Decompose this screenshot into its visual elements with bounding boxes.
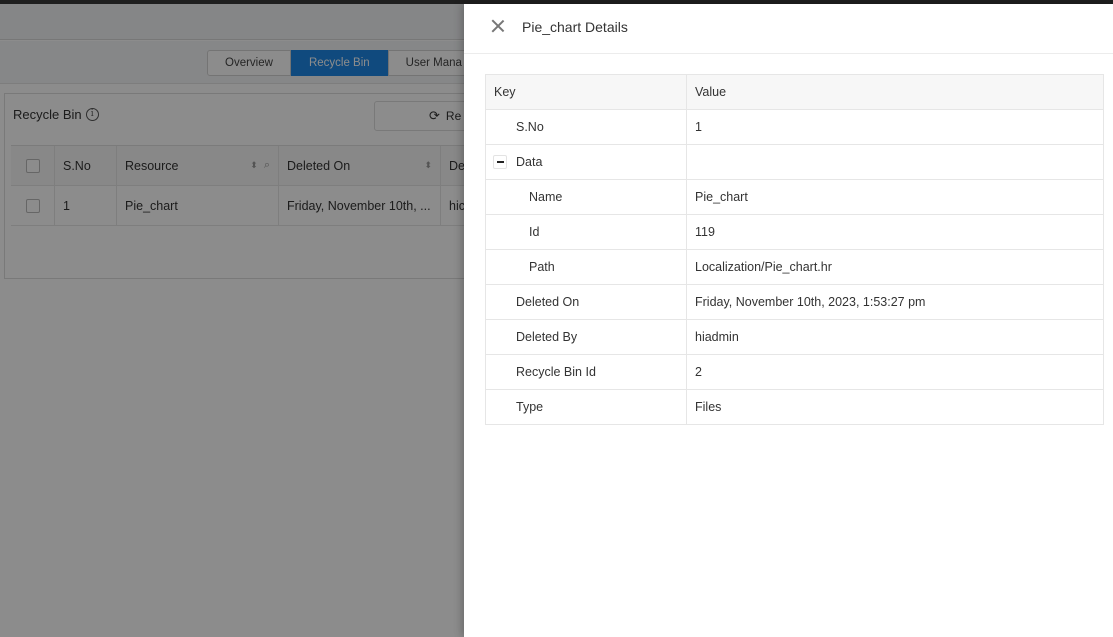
drawer-title: Pie_chart Details: [522, 19, 628, 35]
collapse-icon[interactable]: [493, 155, 507, 169]
key-cell-expandable: Data: [486, 145, 687, 179]
value-cell: hiadmin: [695, 330, 739, 344]
details-row-id: Id 119: [486, 215, 1103, 250]
key-cell: Path: [486, 250, 687, 284]
value-cell: 119: [695, 225, 715, 239]
value-cell: Localization/Pie_chart.hr: [695, 260, 832, 274]
key-cell: Type: [486, 390, 687, 424]
key-cell: S.No: [486, 110, 687, 144]
details-row-path: Path Localization/Pie_chart.hr: [486, 250, 1103, 285]
details-row-recycle-bin-id: Recycle Bin Id 2: [486, 355, 1103, 390]
value-cell: [687, 145, 1103, 179]
close-icon[interactable]: [488, 16, 508, 36]
details-row-deleted-by: Deleted By hiadmin: [486, 320, 1103, 355]
value-cell: 2: [695, 365, 702, 379]
value-cell: Files: [695, 400, 722, 414]
key-cell: Deleted On: [486, 285, 687, 319]
drawer-header: Pie_chart Details: [464, 4, 1113, 54]
key-cell: Recycle Bin Id: [486, 355, 687, 389]
key-cell: Id: [486, 215, 687, 249]
details-row-data: Data: [486, 145, 1103, 180]
value-cell: 1: [695, 120, 702, 134]
column-header-key: Key: [486, 75, 687, 109]
column-header-value: Value: [695, 85, 727, 99]
key-label: Data: [516, 155, 543, 169]
value-cell: Pie_chart: [695, 190, 748, 204]
details-table: Key Value S.No 1 Data Name Pie_chart Id …: [485, 74, 1104, 425]
value-cell: Friday, November 10th, 2023, 1:53:27 pm: [695, 295, 926, 309]
details-row-type: Type Files: [486, 390, 1103, 425]
details-row-deleted-on: Deleted On Friday, November 10th, 2023, …: [486, 285, 1103, 320]
key-cell: Name: [486, 180, 687, 214]
key-cell: Deleted By: [486, 320, 687, 354]
details-row-name: Name Pie_chart: [486, 180, 1103, 215]
details-row-sno: S.No 1: [486, 110, 1103, 145]
details-drawer: Pie_chart Details Key Value S.No 1 Data …: [464, 4, 1113, 637]
details-header-row: Key Value: [486, 75, 1103, 110]
